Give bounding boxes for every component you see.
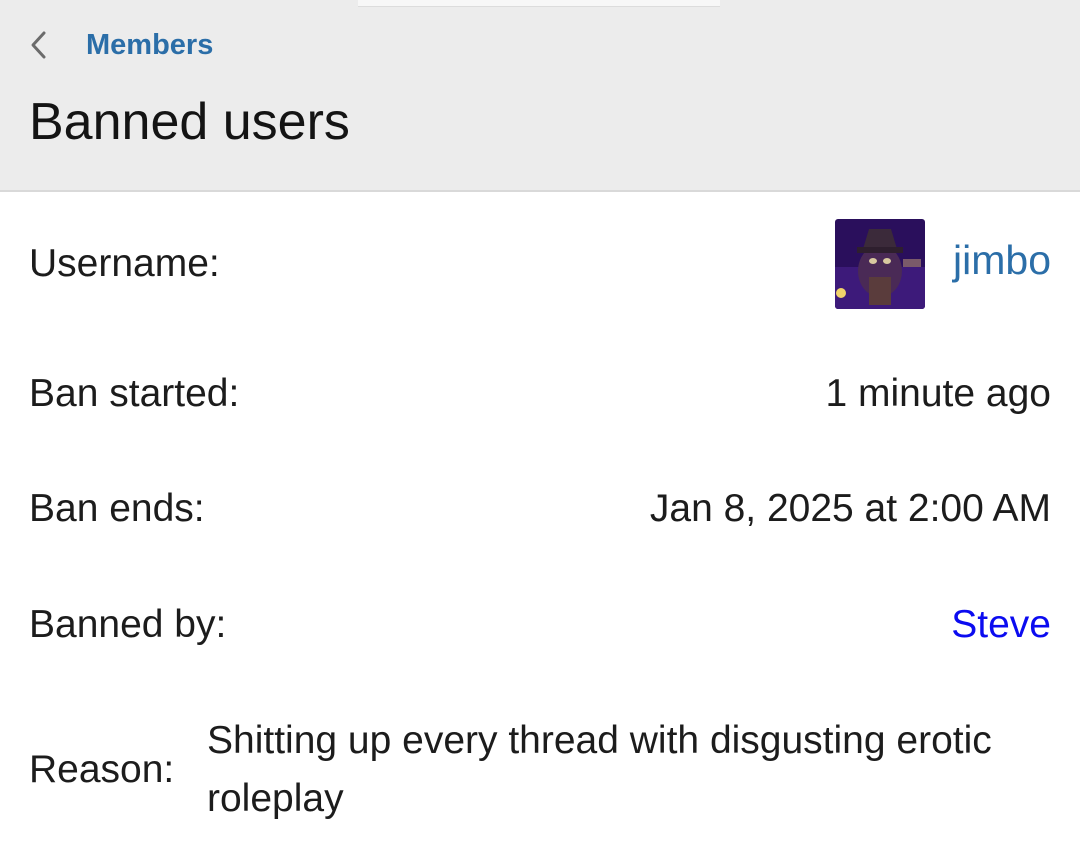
breadcrumb[interactable]: Members [28,24,213,66]
page-title: Banned users [29,93,350,151]
ban-ends-label: Ban ends: [29,487,205,530]
ban-started-label: Ban started: [29,372,240,415]
banned-by-row: Banned by: Steve [29,593,1051,657]
ban-ends-value: Jan 8, 2025 at 2:00 AM [649,487,1051,530]
breadcrumb-members-link[interactable]: Members [86,29,213,62]
ban-ends-row: Ban ends: Jan 8, 2025 at 2:00 AM [29,477,1051,541]
reason-row: Reason: Shitting up every thread with di… [29,712,1051,828]
username-link[interactable]: jimbo [953,237,1051,284]
reason-label: Reason: [29,748,175,791]
user-profile-link[interactable]: jimbo [835,219,1051,309]
username-label: Username: [29,242,220,285]
banned-by-link[interactable]: Steve [951,603,1051,647]
username-row: Username: jimbo [29,218,1051,310]
chevron-left-icon[interactable] [28,24,64,66]
top-overlay-strip [358,0,720,7]
page-header: Members Banned users [0,0,1080,192]
user-avatar[interactable] [835,219,926,309]
reason-text: Shitting up every thread with disgusting… [207,719,992,820]
ban-started-value: 1 minute ago [825,372,1052,415]
ban-started-row: Ban started: 1 minute ago [29,362,1051,426]
banned-by-label: Banned by: [29,603,227,646]
